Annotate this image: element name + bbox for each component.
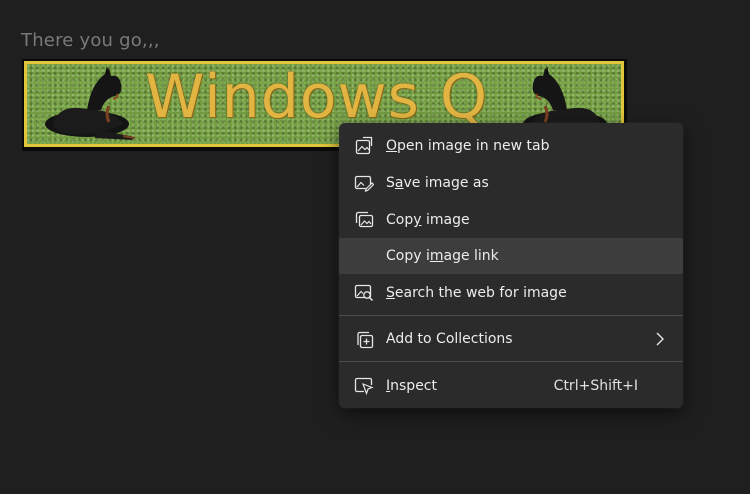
open-image-icon: [355, 136, 373, 155]
doberman-left-image: [45, 66, 136, 140]
post-text: There you go,,,: [21, 30, 160, 51]
menu-item-open-image-new-tab[interactable]: Open image in new tab: [339, 128, 683, 164]
menu-item-save-image-as[interactable]: Save image as: [339, 165, 683, 201]
save-image-icon: [354, 175, 374, 192]
menu-item-inspect[interactable]: Inspect Ctrl+Shift+I: [339, 368, 683, 404]
menu-item-label: Copy image: [386, 212, 470, 228]
menu-item-copy-image[interactable]: Copy image: [339, 202, 683, 238]
menu-item-add-to-collections[interactable]: Add to Collections: [339, 321, 683, 357]
banner-title: Windows Q: [145, 62, 489, 132]
visual-search-icon: [354, 284, 374, 302]
menu-item-copy-image-link[interactable]: Copy image link: [339, 238, 683, 274]
menu-item-label: Search the web for image: [386, 285, 567, 301]
inspect-icon: [354, 377, 374, 396]
context-menu: Open image in new tab Save image as Copy…: [339, 123, 683, 408]
inspect-shortcut: Ctrl+Shift+I: [553, 378, 638, 394]
menu-item-label: Save image as: [386, 175, 489, 191]
chevron-right-icon: [656, 332, 664, 346]
menu-item-search-web-for-image[interactable]: Search the web for image: [339, 275, 683, 311]
menu-separator: [339, 315, 683, 316]
menu-item-label: Inspect: [386, 378, 437, 394]
menu-separator: [339, 361, 683, 362]
collections-icon: [357, 331, 374, 349]
menu-item-label: Open image in new tab: [386, 138, 550, 154]
copy-image-icon: [355, 211, 374, 228]
menu-item-label: Copy image link: [386, 248, 499, 264]
menu-item-label: Add to Collections: [386, 331, 513, 347]
